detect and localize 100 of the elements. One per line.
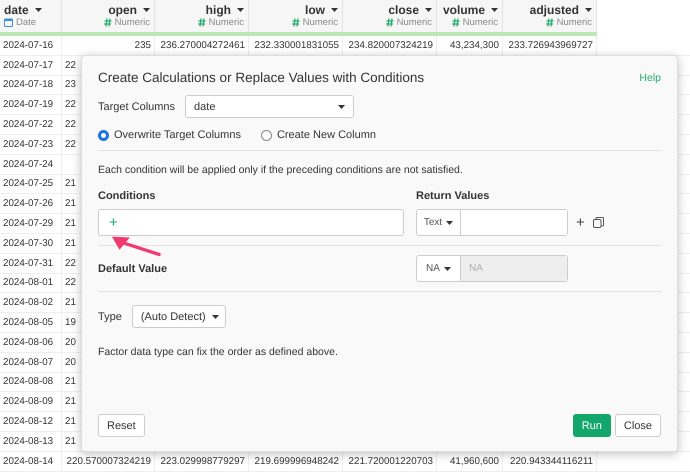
table-cell: 2024-07-17 <box>3 60 54 71</box>
column-header[interactable]: close Numeric <box>343 0 437 32</box>
return-value-field[interactable]: Text <box>416 209 568 236</box>
table-cell: 234.820007324219 <box>348 40 433 51</box>
table-cell: 2024-07-22 <box>3 119 54 130</box>
table-cell: 22 <box>65 60 76 71</box>
radio-option[interactable]: Overwrite Target Columns <box>98 129 241 141</box>
table-cell: 2024-07-30 <box>3 238 54 249</box>
value-type[interactable]: NA <box>426 263 440 274</box>
table-cell: 23 <box>65 79 76 90</box>
radio-option[interactable]: Create New Column <box>260 129 376 141</box>
radio-icon[interactable] <box>98 130 109 140</box>
column-name: volume <box>442 3 485 17</box>
field-label: Type <box>98 310 122 322</box>
section-label: Conditions <box>98 190 156 202</box>
dialog-title: Create Calculations or Replace Values with Conditions <box>98 70 424 85</box>
column-header[interactable]: open Numeric <box>62 0 155 32</box>
table-cell: 22 <box>65 277 76 288</box>
table-cell: 22 <box>65 119 76 130</box>
caret-icon <box>444 266 451 270</box>
table-cell: 2024-07-23 <box>3 138 54 150</box>
table-cell: 221.720001220703 <box>348 456 433 467</box>
table-cell: 22 <box>65 99 76 110</box>
table-cell: 2024-07-16 <box>3 40 54 51</box>
table-cell: 223.029998779297 <box>160 456 245 467</box>
caret-icon <box>491 8 498 12</box>
table-cell: 2024-08-02 <box>3 297 54 308</box>
table-cell: 21 <box>65 297 76 308</box>
hash-icon <box>198 18 206 27</box>
type-select[interactable]: (Auto Detect) <box>132 305 226 328</box>
calendar-icon <box>4 18 13 27</box>
table-cell: 22 <box>65 258 76 269</box>
column-type: Date <box>16 17 36 28</box>
table-cell: 21 <box>65 198 76 210</box>
hash-icon <box>546 18 554 27</box>
table-cell: 2024-07-24 <box>3 158 54 170</box>
table-cell: 43,234,300 <box>450 40 499 51</box>
table-cell: 22 <box>65 138 76 150</box>
column-header[interactable]: date Date <box>0 0 62 32</box>
hash-icon <box>386 18 394 27</box>
table-cell: 219.699996948242 <box>254 456 339 467</box>
annotation-arrow <box>111 235 161 257</box>
table-cell: 233.726943969727 <box>508 40 593 51</box>
table-cell: 2024-07-31 <box>3 258 54 269</box>
table-cell: 2024-08-14 <box>3 456 54 467</box>
value-type[interactable]: Text <box>424 217 442 228</box>
table-cell: 21 <box>65 218 76 230</box>
table-cell: 2024-08-08 <box>3 376 54 388</box>
column-name: date <box>4 3 29 17</box>
table-cell: 2024-08-09 <box>3 396 54 408</box>
hash-icon <box>452 18 460 27</box>
table-cell: 232.330001831055 <box>254 40 339 51</box>
table-cell: 2024-07-19 <box>3 99 54 110</box>
table-cell: 19 <box>65 317 76 328</box>
close-button[interactable]: Close <box>614 414 661 437</box>
table-cell: 2024-08-06 <box>3 336 54 348</box>
table-cell: 2024-07-29 <box>3 218 54 230</box>
column-header[interactable]: volume Numeric <box>437 0 503 32</box>
radio-icon[interactable] <box>260 130 272 140</box>
table-cell: 41,960,600 <box>450 456 499 467</box>
reset-button[interactable]: Reset <box>98 414 145 437</box>
default-value-field[interactable]: NA NA <box>416 255 568 282</box>
column-type: Numeric <box>114 17 150 28</box>
column-header[interactable]: low Numeric <box>249 0 343 32</box>
table-cell: 220.570007324219 <box>66 456 151 467</box>
section-label: Return Values <box>416 190 490 202</box>
note-text: Factor data type can fix the order as defined above. <box>98 346 339 358</box>
table-cell: 21 <box>65 416 76 428</box>
column-header[interactable]: adjusted Numeric <box>503 0 597 32</box>
add-button[interactable]: + <box>576 215 585 230</box>
note-text: Each condition will be applied only if the preceding conditions are not satisfied. <box>98 164 464 176</box>
column-name: high <box>206 3 231 17</box>
caret-icon <box>237 8 244 12</box>
column-header[interactable]: high Numeric <box>155 0 249 32</box>
hash-icon <box>104 18 112 27</box>
table-cell: 2024-07-25 <box>3 178 54 190</box>
caret-icon <box>331 8 338 12</box>
table-cell: 2024-08-13 <box>3 436 54 447</box>
column-type: Numeric <box>208 17 244 28</box>
table-cell: 220.943344116211 <box>510 456 593 467</box>
table-cell: 2024-07-18 <box>3 79 54 90</box>
table-cell: 2024-08-12 <box>3 416 54 428</box>
field-label: Target Columns <box>98 100 176 112</box>
table-cell: 21 <box>65 396 76 408</box>
caret-icon <box>143 8 150 12</box>
table-cell: 236.270004272461 <box>160 40 245 51</box>
caret-icon <box>585 8 592 12</box>
column-name: low <box>305 3 325 17</box>
column-type: Numeric <box>396 17 432 28</box>
caret-icon <box>212 314 219 318</box>
table-cell: 21 <box>65 238 76 249</box>
column-type: Numeric <box>556 17 592 28</box>
column-type: Numeric <box>462 17 498 28</box>
column-name: adjusted <box>530 3 579 17</box>
caret-icon <box>34 8 42 12</box>
table-cell: 21 <box>65 436 76 447</box>
column-name: open <box>108 3 137 17</box>
copy-icon[interactable] <box>592 217 604 228</box>
table-cell: 20 <box>65 356 76 368</box>
target-columns-select[interactable]: date <box>185 95 354 118</box>
